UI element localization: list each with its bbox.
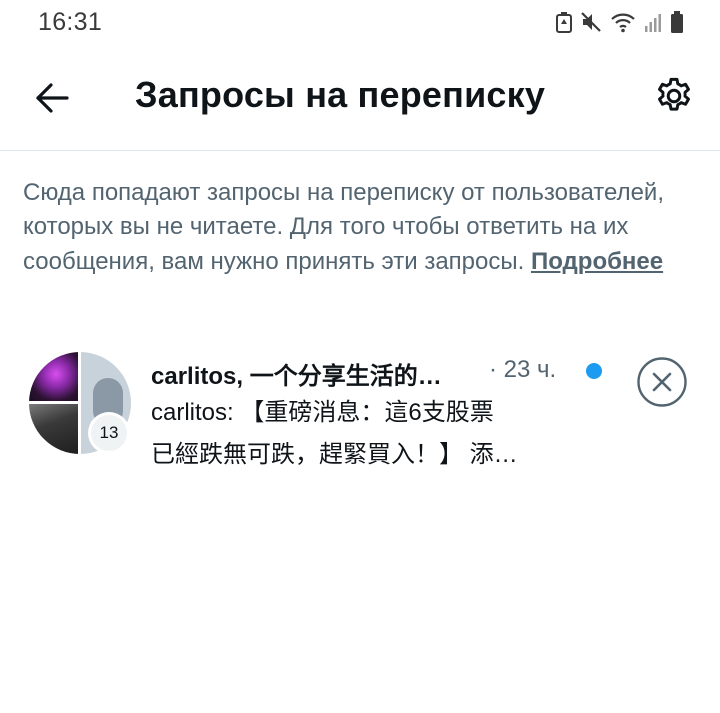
member-count: 13 <box>91 415 127 451</box>
settings-button[interactable] <box>650 72 698 120</box>
screen: 16:31 Запросы на переписку Сюда попадают… <box>0 0 720 713</box>
message-request-item[interactable]: 13 carlitos, 一个分享生活的… · 23 ч. carlitos: … <box>0 340 720 470</box>
request-time: · 23 ч. <box>489 356 557 383</box>
page-title: Запросы на переписку <box>135 74 546 115</box>
signal-icon <box>645 14 661 32</box>
learn-more-link[interactable]: Подробнее <box>531 248 663 275</box>
mute-icon <box>581 12 601 32</box>
request-preview-line2: 已經跌無可跌，趕緊買入！】 添… <box>151 441 518 468</box>
dismiss-request-button[interactable] <box>636 356 688 408</box>
wifi-icon <box>611 13 635 33</box>
avatar-photo-2 <box>29 404 78 454</box>
avatar-photo-1 <box>29 352 78 401</box>
header: Запросы на переписку <box>0 46 720 151</box>
request-preview-line1: carlitos: 【重磅消息：這6支股票 <box>151 399 494 426</box>
info-text: Сюда попадают запросы на переписку от по… <box>23 176 693 279</box>
back-arrow-icon <box>36 83 69 113</box>
member-count-badge: 13 <box>88 412 130 454</box>
gear-icon <box>657 77 691 111</box>
request-name: carlitos, 一个分享生活的… <box>151 363 442 390</box>
back-button[interactable] <box>30 76 74 120</box>
status-time: 16:31 <box>38 8 103 36</box>
battery-icon <box>671 11 683 33</box>
status-icons <box>556 10 684 34</box>
close-icon <box>637 357 687 407</box>
clean-icon <box>556 12 572 33</box>
status-bar: 16:31 <box>0 0 720 46</box>
unread-indicator <box>586 363 602 379</box>
